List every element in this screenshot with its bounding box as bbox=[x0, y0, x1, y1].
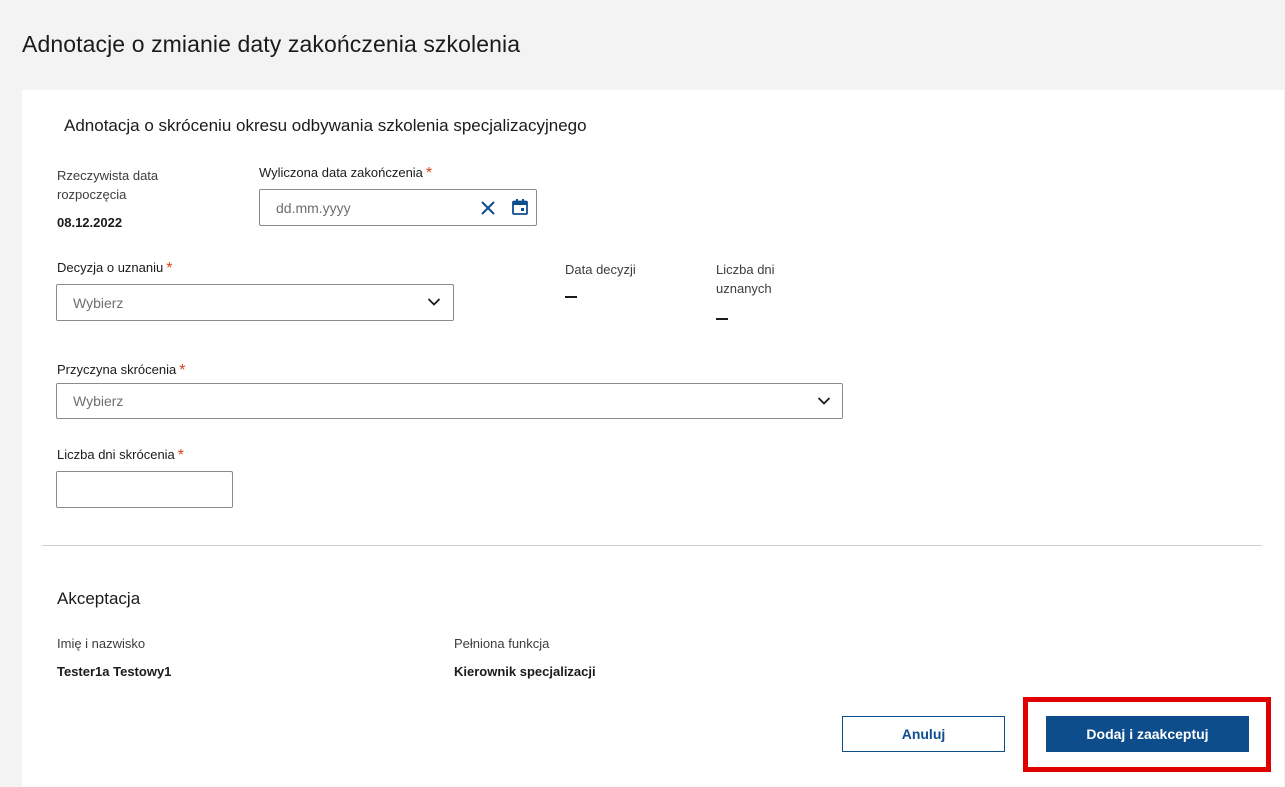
end-date-label-text: Wyliczona data zakończenia bbox=[259, 165, 423, 180]
recognized-days-label: Liczba dni uznanych bbox=[716, 260, 775, 298]
shortening-days-label-text: Liczba dni skrócenia bbox=[57, 447, 175, 462]
name-value: Tester1a Testowy1 bbox=[57, 664, 172, 679]
reason-select[interactable]: Wybierz bbox=[56, 383, 843, 419]
clear-icon[interactable] bbox=[480, 200, 496, 216]
end-date-input[interactable]: dd.mm.yyyy bbox=[259, 189, 537, 226]
page-header: Adnotacje o zmianie daty zakończenia szk… bbox=[0, 0, 1285, 90]
acceptance-title: Akceptacja bbox=[57, 589, 141, 608]
start-date-label: Rzeczywista data rozpoczęcia bbox=[57, 166, 158, 204]
end-date-label: Wyliczona data zakończenia * bbox=[259, 163, 432, 182]
required-marker: * bbox=[425, 165, 433, 182]
shortening-days-input[interactable] bbox=[56, 471, 233, 508]
page-title: Adnotacje o zmianie daty zakończenia szk… bbox=[22, 31, 521, 57]
reason-label: Przyczyna skrócenia * bbox=[57, 360, 185, 379]
recognized-days-label-line2: uznanych bbox=[716, 281, 772, 296]
form-card bbox=[22, 90, 1284, 787]
role-value: Kierownik specjalizacji bbox=[454, 664, 596, 679]
role-label: Pełniona funkcja bbox=[454, 636, 550, 651]
start-date-value: 08.12.2022 bbox=[57, 215, 123, 230]
recognized-days-empty-value bbox=[716, 318, 728, 320]
chevron-down-icon bbox=[817, 397, 831, 405]
decision-label: Decyzja o uznaniu * bbox=[57, 258, 172, 277]
reason-selected-value: Wybierz bbox=[73, 393, 124, 409]
start-date-label-line1: Rzeczywista data bbox=[57, 168, 159, 183]
section-divider bbox=[42, 545, 1262, 546]
chevron-down-icon bbox=[427, 298, 441, 306]
decision-label-text: Decyzja o uznaniu bbox=[57, 260, 164, 275]
required-marker: * bbox=[177, 447, 185, 464]
recognized-days-label-line1: Liczba dni bbox=[716, 262, 775, 277]
calendar-icon[interactable] bbox=[511, 198, 529, 216]
cancel-button[interactable]: Anuluj bbox=[842, 716, 1005, 752]
start-date-label-line2: rozpoczęcia bbox=[57, 187, 127, 202]
decision-date-empty-value bbox=[565, 296, 577, 298]
reason-label-text: Przyczyna skrócenia bbox=[57, 362, 177, 377]
required-marker: * bbox=[179, 362, 186, 379]
required-marker: * bbox=[166, 260, 173, 277]
decision-selected-value: Wybierz bbox=[73, 294, 124, 311]
name-label: Imię i nazwisko bbox=[57, 636, 146, 651]
section-title: Adnotacja o skróceniu okresu odbywania s… bbox=[64, 116, 587, 135]
shortening-days-label: Liczba dni skrócenia * bbox=[57, 445, 184, 464]
highlight-frame bbox=[1023, 697, 1271, 772]
end-date-placeholder: dd.mm.yyyy bbox=[276, 199, 351, 216]
decision-date-label: Data decyzji bbox=[565, 262, 636, 277]
decision-select[interactable]: Wybierz bbox=[56, 284, 454, 321]
